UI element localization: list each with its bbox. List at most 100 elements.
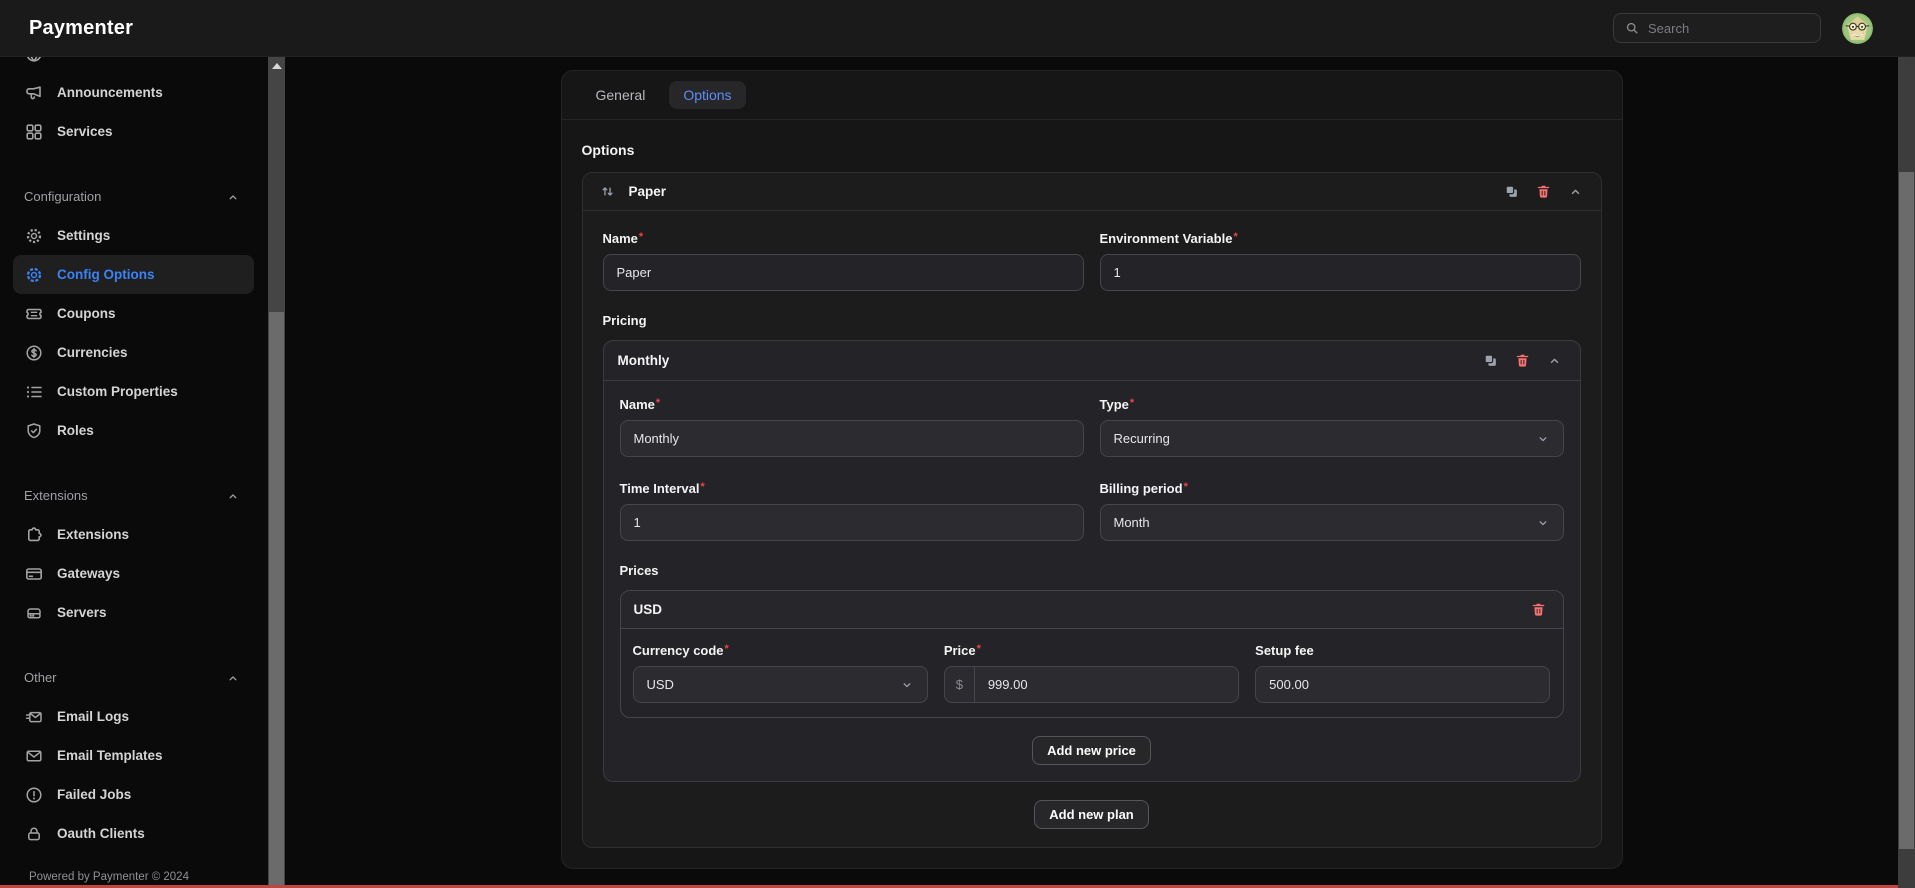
plan-name-input[interactable] bbox=[621, 421, 1083, 456]
plan-type-select[interactable]: Recurring bbox=[1100, 420, 1564, 457]
currency-code-value: USD bbox=[647, 677, 899, 692]
env-variable-field: Environment Variable* bbox=[1100, 231, 1581, 291]
option-name-input[interactable] bbox=[604, 255, 1083, 290]
sidebar-item-extensions[interactable]: Extensions bbox=[0, 515, 268, 554]
required-mark: * bbox=[639, 231, 643, 243]
required-mark: * bbox=[700, 481, 704, 493]
price-label: Price bbox=[944, 643, 976, 658]
price-box-title: USD bbox=[634, 602, 663, 617]
sidebar-item-cutoff[interactable] bbox=[0, 57, 268, 73]
duplicate-icon[interactable] bbox=[1501, 181, 1523, 203]
sidebar-item-services[interactable]: Services bbox=[0, 112, 268, 151]
sidebar-scrollbar[interactable] bbox=[268, 57, 285, 888]
chevron-down-icon bbox=[1535, 515, 1551, 531]
sidebar-item-label: Roles bbox=[57, 423, 94, 438]
plan-card-monthly: Monthly bbox=[603, 340, 1581, 782]
delete-price-icon[interactable] bbox=[1528, 599, 1550, 621]
sidebar-item-label: Servers bbox=[57, 605, 107, 620]
sidebar-item-email-templates[interactable]: Email Templates bbox=[0, 736, 268, 775]
sidebar-section-other[interactable]: Other bbox=[0, 658, 268, 697]
sidebar-item-oauth-clients[interactable]: Oauth Clients bbox=[0, 814, 268, 853]
chevron-down-icon bbox=[1535, 431, 1551, 447]
sidebar-item-label: Config Options bbox=[57, 267, 154, 282]
brand-logo[interactable]: Paymenter bbox=[29, 17, 133, 40]
sidebar-item-label: Custom Properties bbox=[57, 384, 178, 399]
price-box-usd: USD Curr bbox=[620, 590, 1564, 718]
mail-lines-icon bbox=[24, 707, 44, 727]
shield-check-icon bbox=[24, 421, 44, 441]
duplicate-icon[interactable] bbox=[1480, 350, 1502, 372]
sidebar-item-settings[interactable]: Settings bbox=[0, 216, 268, 255]
sidebar-item-label: Services bbox=[57, 124, 113, 139]
required-mark: * bbox=[656, 397, 660, 409]
price-input[interactable] bbox=[975, 667, 1238, 702]
billing-period-value: Month bbox=[1114, 515, 1535, 530]
add-new-plan-button[interactable]: Add new plan bbox=[1034, 800, 1149, 829]
sidebar-item-label: Currencies bbox=[57, 345, 128, 360]
env-variable-input[interactable] bbox=[1101, 255, 1580, 290]
delete-option-icon[interactable] bbox=[1533, 181, 1555, 203]
name-field: Name* bbox=[603, 231, 1084, 291]
tab-options[interactable]: Options bbox=[669, 81, 745, 109]
credit-card-icon bbox=[24, 564, 44, 584]
sidebar-item-label: Extensions bbox=[57, 527, 129, 542]
time-interval-label: Time Interval bbox=[620, 481, 700, 496]
setup-fee-field: Setup fee bbox=[1255, 643, 1550, 703]
collapse-chevron-up-icon[interactable] bbox=[1565, 181, 1587, 203]
plan-type-value: Recurring bbox=[1114, 431, 1535, 446]
collapse-chevron-up-icon[interactable] bbox=[1544, 350, 1566, 372]
sidebar-section-configuration[interactable]: Configuration bbox=[0, 177, 268, 216]
sidebar-item-failed-jobs[interactable]: Failed Jobs bbox=[0, 775, 268, 814]
avatar[interactable] bbox=[1842, 13, 1873, 44]
setup-fee-input[interactable] bbox=[1256, 667, 1549, 702]
powered-by-text: Powered by Paymenter © 2024 bbox=[29, 871, 189, 883]
delete-plan-icon[interactable] bbox=[1512, 350, 1534, 372]
sidebar-item-currencies[interactable]: Currencies bbox=[0, 333, 268, 372]
search-box[interactable] bbox=[1613, 13, 1821, 43]
move-updown-icon[interactable] bbox=[597, 181, 619, 203]
price-field: Price* $ bbox=[944, 643, 1239, 703]
sidebar-item-servers[interactable]: Servers bbox=[0, 593, 268, 632]
sidebar-item-coupons[interactable]: Coupons bbox=[0, 294, 268, 333]
chevron-down-icon bbox=[899, 677, 915, 693]
search-input[interactable] bbox=[1648, 21, 1810, 36]
sidebar-item-custom-properties[interactable]: Custom Properties bbox=[0, 372, 268, 411]
dollar-circle-icon bbox=[24, 343, 44, 363]
sidebar-item-config-options[interactable]: Config Options bbox=[13, 255, 254, 294]
tab-general[interactable]: General bbox=[582, 81, 660, 109]
setup-fee-label: Setup fee bbox=[1255, 643, 1314, 658]
sidebar-item-label: Email Logs bbox=[57, 709, 129, 724]
currency-code-select[interactable]: USD bbox=[633, 666, 928, 703]
plan-name-field: Name* bbox=[620, 397, 1084, 457]
add-new-price-button[interactable]: Add new price bbox=[1032, 736, 1151, 765]
ticket-icon bbox=[24, 304, 44, 324]
chevron-up-icon bbox=[226, 190, 240, 204]
sidebar-item-label: Coupons bbox=[57, 306, 116, 321]
sidebar-item-label: Gateways bbox=[57, 566, 120, 581]
sidebar-item-label: Announcements bbox=[57, 85, 163, 100]
required-mark: * bbox=[1233, 231, 1237, 243]
window-scrollbar-thumb[interactable] bbox=[1899, 172, 1914, 849]
scroll-up-arrow-icon[interactable] bbox=[272, 63, 282, 69]
plan-name-label: Name bbox=[620, 397, 655, 412]
sidebar-scrollbar-thumb[interactable] bbox=[269, 312, 284, 886]
window-scrollbar[interactable] bbox=[1898, 0, 1915, 888]
app-root: Paymenter bbox=[0, 0, 1915, 888]
sidebar-item-announcements[interactable]: Announcements bbox=[0, 73, 268, 112]
time-interval-input[interactable] bbox=[621, 505, 1083, 540]
list-icon bbox=[24, 382, 44, 402]
env-label: Environment Variable bbox=[1100, 231, 1233, 246]
main-content: General Options Options Paper bbox=[285, 57, 1898, 888]
sidebar-item-label: Settings bbox=[57, 228, 110, 243]
time-interval-field: Time Interval* bbox=[620, 481, 1084, 541]
sidebar-item-gateways[interactable]: Gateways bbox=[0, 554, 268, 593]
sidebar-item-roles[interactable]: Roles bbox=[0, 411, 268, 450]
sidebar-item-email-logs[interactable]: Email Logs bbox=[0, 697, 268, 736]
megaphone-icon bbox=[24, 83, 44, 103]
sidebar: Announcements Services Configuration Set… bbox=[0, 57, 268, 888]
required-mark: * bbox=[725, 643, 729, 655]
billing-period-select[interactable]: Month bbox=[1100, 504, 1564, 541]
puzzle-icon bbox=[24, 525, 44, 545]
sidebar-section-extensions[interactable]: Extensions bbox=[0, 476, 268, 515]
cog-icon bbox=[24, 265, 44, 285]
